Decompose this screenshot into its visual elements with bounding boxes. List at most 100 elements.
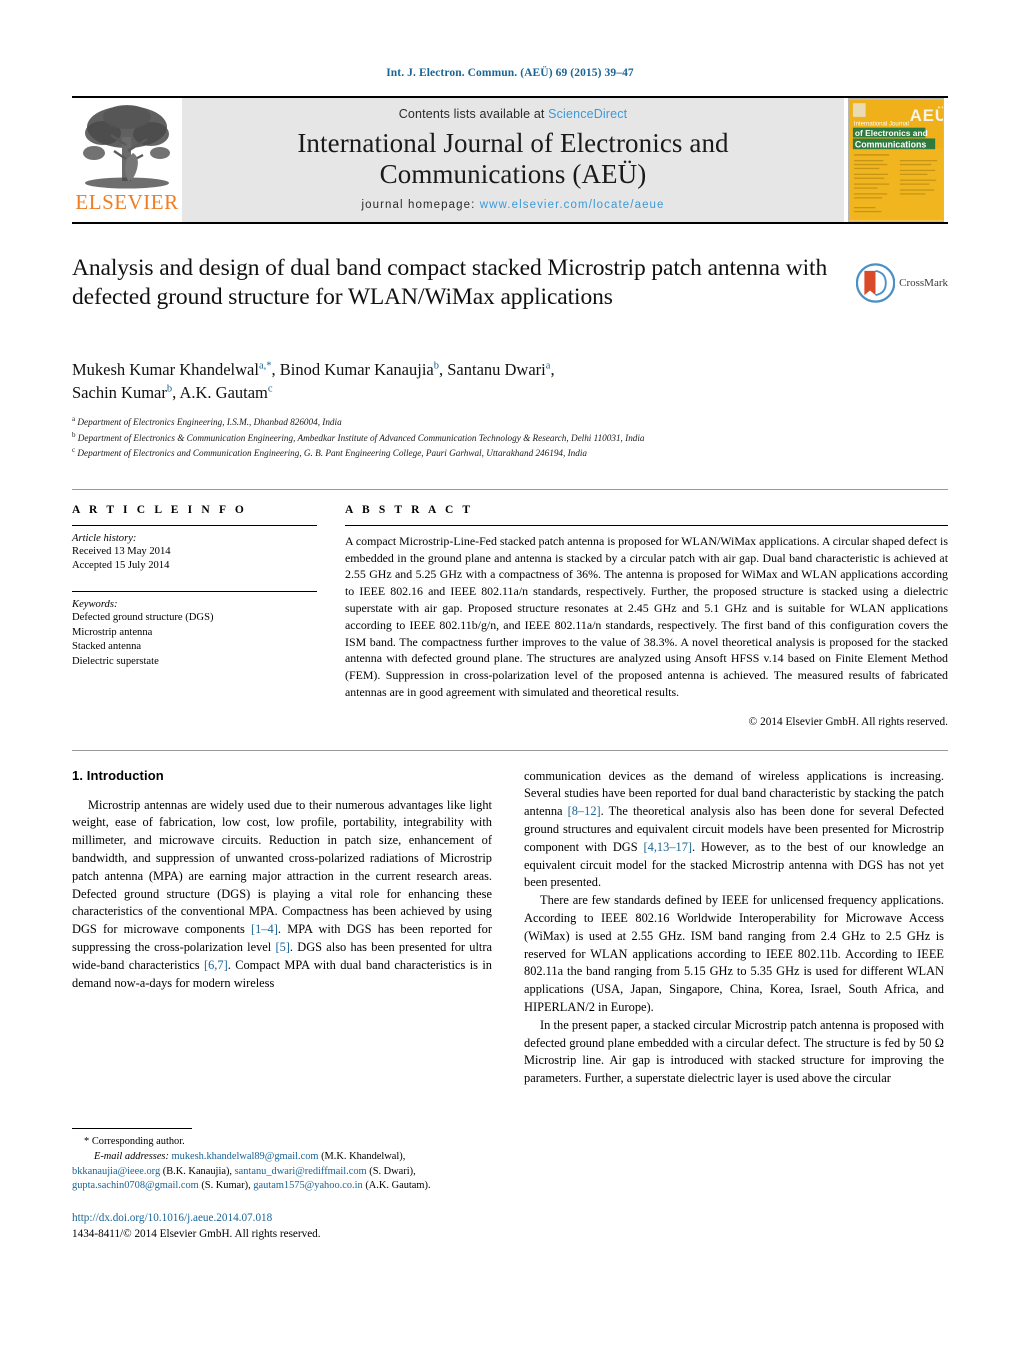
author-name: Binod Kumar Kanaujia xyxy=(279,360,434,379)
affiliation-list: a Department of Electronics Engineering,… xyxy=(72,414,948,461)
doi-link[interactable]: http://dx.doi.org/10.1016/j.aeue.2014.07… xyxy=(72,1210,492,1226)
affiliation-marker: a xyxy=(72,414,76,423)
email-owner: (S. Dwari), xyxy=(369,1165,416,1177)
email-owner: (A.K. Gautam). xyxy=(365,1180,431,1192)
abstract-heading: A B S T R A C T xyxy=(345,503,474,516)
article-history-label: Article history: xyxy=(72,532,137,544)
journal-cover-image: AEÜ International Journal of Electronics… xyxy=(848,98,944,222)
article-accepted-date: Accepted 15 July 2014 xyxy=(72,560,170,572)
citation-ref[interactable]: [4,13–17] xyxy=(644,840,693,854)
email-addresses-line: E-mail addresses: mukesh.khandelwal89@gm… xyxy=(72,1150,492,1194)
body-left-column: 1. Introduction Microstrip antennas are … xyxy=(72,768,492,1088)
affiliation-marker: b xyxy=(72,430,76,439)
running-head: Int. J. Electron. Commun. (AEÜ) 69 (2015… xyxy=(386,67,634,79)
email-link[interactable]: bkkanaujia@ieee.org xyxy=(72,1166,160,1177)
email-addresses-label: E-mail addresses: xyxy=(94,1150,169,1162)
affiliation-item: c Department of Electronics and Communic… xyxy=(72,445,948,461)
journal-title-line2: Communications (AEÜ) xyxy=(379,158,647,189)
abstract-column: A B S T R A C T A compact Microstrip-Lin… xyxy=(345,504,948,728)
paragraph: communication devices as the demand of w… xyxy=(524,768,944,893)
email-link[interactable]: santanu_dwari@rediffmail.com xyxy=(235,1166,367,1177)
footnote-divider xyxy=(72,1128,192,1129)
email-owner: (M.K. Khandelwal), xyxy=(321,1150,406,1162)
email-owner: (S. Kumar), xyxy=(201,1180,251,1192)
corresponding-label: Corresponding author. xyxy=(91,1136,185,1147)
affiliation-item: b Department of Electronics & Communicat… xyxy=(72,430,948,446)
article-info-heading: A R T I C L E I N F O xyxy=(72,503,247,516)
svg-text:of Electronics and: of Electronics and xyxy=(855,128,928,138)
affiliation-text: Department of Electronics and Communicat… xyxy=(77,448,588,459)
contents-prefix: Contents lists available at xyxy=(398,107,549,121)
citation-ref[interactable]: [8–12] xyxy=(568,804,601,818)
body-right-column: communication devices as the demand of w… xyxy=(524,768,944,1088)
author-name: Santanu Dwari xyxy=(447,360,546,379)
paragraph: Microstrip antennas are widely used due … xyxy=(72,797,492,993)
author-affil-marker: b xyxy=(433,360,439,372)
section-heading-introduction: 1. Introduction xyxy=(72,767,164,783)
author-affil-marker: b xyxy=(166,383,173,395)
divider xyxy=(345,524,948,526)
svg-text:AEÜ: AEÜ xyxy=(910,106,944,125)
author-list: Mukesh Kumar Khandelwala,*, Binod Kumar … xyxy=(72,360,555,403)
paragraph-text: Microstrip antennas are widely used due … xyxy=(72,797,492,937)
crossmark-label: CrossMark xyxy=(899,277,948,289)
corresponding-author-note: * Corresponding author. xyxy=(72,1135,492,1150)
elsevier-tree-icon xyxy=(83,105,170,189)
crossmark-icon xyxy=(856,263,896,303)
crossmark-badge[interactable]: CrossMark xyxy=(856,258,948,308)
body-columns: 1. Introduction Microstrip antennas are … xyxy=(72,768,948,1088)
affiliation-text: Department of Electronics & Communicatio… xyxy=(77,432,645,443)
email-link[interactable]: gautam1575@yahoo.co.in xyxy=(253,1180,362,1191)
journal-title: International Journal of Electronics and… xyxy=(297,128,728,190)
author-name: A.K. Gautam xyxy=(179,383,268,403)
abstract-text: A compact Microstrip-Line-Fed stacked pa… xyxy=(345,533,948,699)
author-name: Mukesh Kumar Khandelwal xyxy=(72,360,259,379)
keywords-label: Keywords: xyxy=(72,599,118,611)
journal-title-line1: International Journal of Electronics and xyxy=(297,128,729,158)
elsevier-wordmark: ELSEVIER xyxy=(75,190,179,214)
journal-masthead: ELSEVIER Contents lists available at Sci… xyxy=(72,96,948,224)
author-affil-marker: a xyxy=(545,360,551,372)
corresponding-marker: * xyxy=(84,1136,90,1147)
page-title: Analysis and design of dual band compact… xyxy=(72,255,828,311)
journal-cover-thumbnail: AEÜ International Journal of Electronics… xyxy=(844,98,948,222)
paragraph: In the present paper, a stacked circular… xyxy=(524,1017,944,1086)
affiliation-text: Department of Electronics Engineering, I… xyxy=(77,416,342,427)
author-affil-marker: a,* xyxy=(258,360,272,372)
keyword-item: Defected ground structure (DGS) xyxy=(72,612,214,624)
elsevier-logo: ELSEVIER xyxy=(72,98,182,222)
email-owner: (B.K. Kanaujia), xyxy=(162,1165,232,1177)
journal-band: Contents lists available at ScienceDirec… xyxy=(182,98,844,222)
author-name: Sachin Kumar xyxy=(72,383,167,403)
body-divider xyxy=(72,749,948,751)
doi-block: http://dx.doi.org/10.1016/j.aeue.2014.07… xyxy=(72,1210,492,1242)
homepage-label: journal homepage: xyxy=(361,198,480,211)
info-abstract-block: A R T I C L E I N F O Article history: R… xyxy=(72,488,948,728)
divider xyxy=(72,591,317,593)
article-info-column: A R T I C L E I N F O Article history: R… xyxy=(72,504,317,728)
divider xyxy=(72,524,317,526)
email-link[interactable]: mukesh.khandelwal89@gmail.com xyxy=(172,1151,319,1162)
homepage-url-link[interactable]: www.elsevier.com/locate/aeue xyxy=(480,199,665,211)
svg-text:Communications: Communications xyxy=(855,139,926,149)
citation-ref[interactable]: [6,7] xyxy=(204,958,228,972)
abstract-copyright: © 2014 Elsevier GmbH. All rights reserve… xyxy=(748,715,948,728)
footnote-block: * Corresponding author. E-mail addresses… xyxy=(72,1128,492,1243)
affiliation-marker: c xyxy=(72,446,76,455)
keyword-item: Dielectric superstate xyxy=(72,655,159,667)
affiliation-item: a Department of Electronics Engineering,… xyxy=(72,414,948,430)
journal-homepage-line: journal homepage: www.elsevier.com/locat… xyxy=(361,199,664,211)
sciencedirect-link[interactable]: ScienceDirect xyxy=(548,107,627,121)
citation-ref[interactable]: [5] xyxy=(275,940,289,954)
issn-copyright-line: 1434-8411/© 2014 Elsevier GmbH. All righ… xyxy=(72,1228,321,1241)
author-affil-marker: c xyxy=(267,383,273,395)
paper-page: Int. J. Electron. Commun. (AEÜ) 69 (2015… xyxy=(0,0,1020,1351)
email-link[interactable]: gupta.sachin0708@gmail.com xyxy=(72,1180,199,1191)
paragraph: There are few standards defined by IEEE … xyxy=(524,893,944,1015)
citation-ref[interactable]: [1–4] xyxy=(251,922,278,936)
keyword-item: Stacked antenna xyxy=(72,641,142,653)
article-received-date: Received 13 May 2014 xyxy=(72,545,171,557)
contents-available-line: Contents lists available at ScienceDirec… xyxy=(399,107,627,121)
title-area: Analysis and design of dual band compact… xyxy=(72,254,948,346)
svg-text:International Journal: International Journal xyxy=(854,122,909,128)
